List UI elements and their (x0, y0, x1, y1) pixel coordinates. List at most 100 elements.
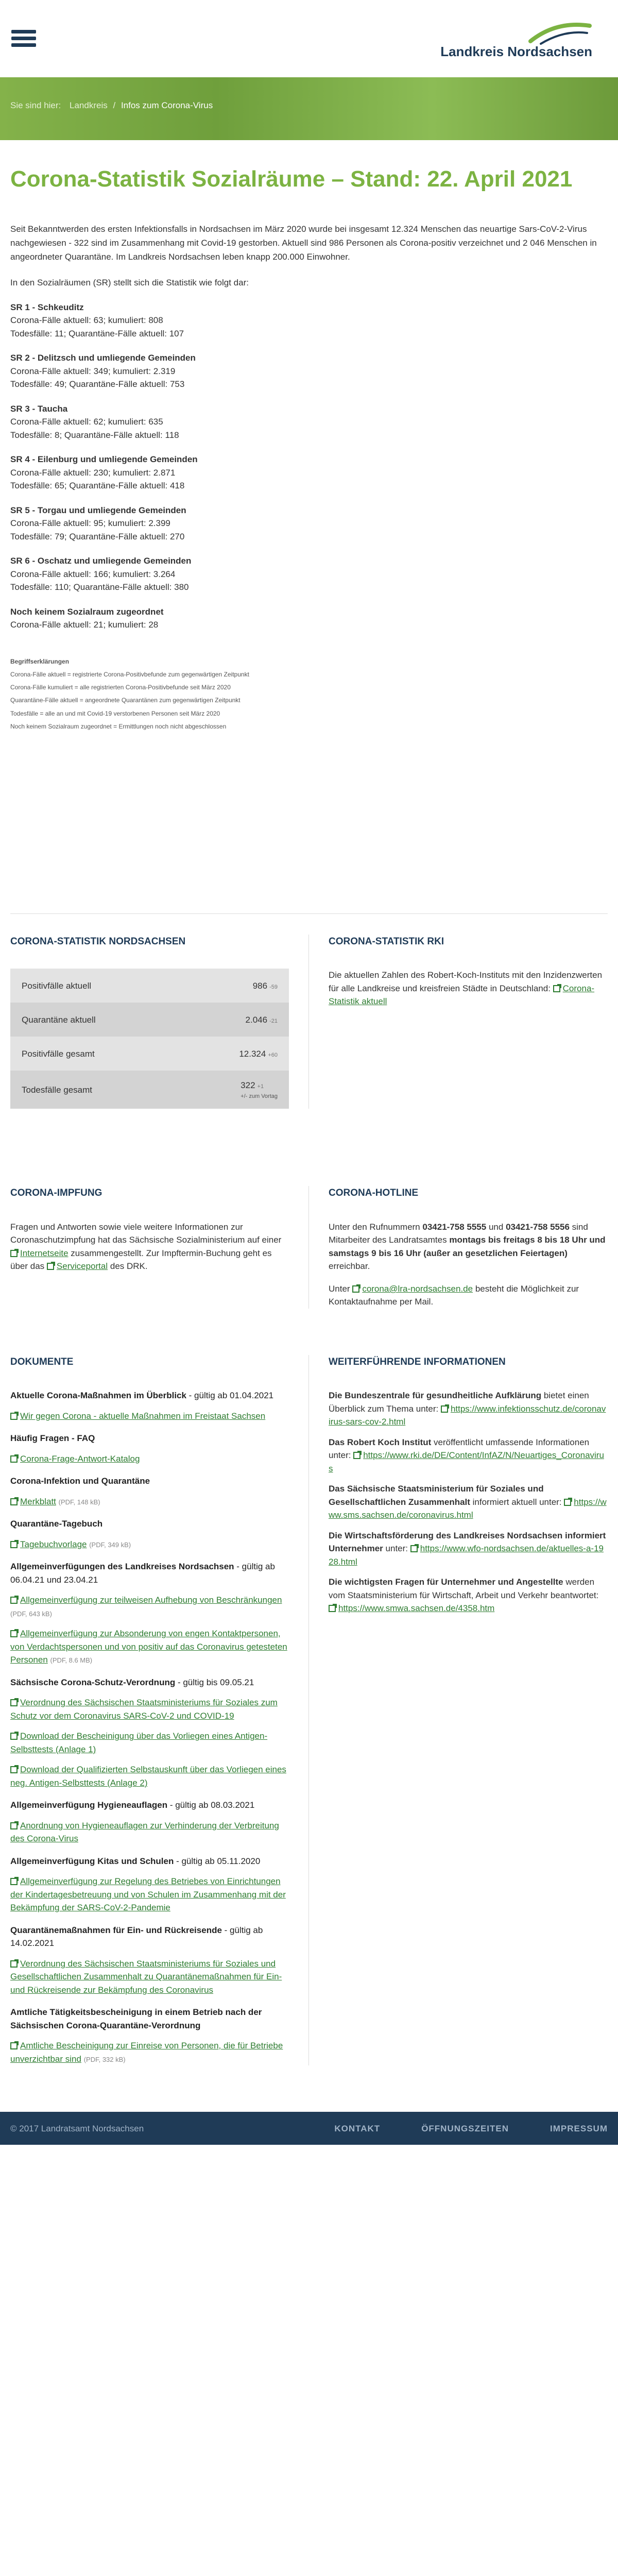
region-block: SR 6 - Oschatz und umliegende Gemeinden C… (10, 554, 608, 594)
document-link[interactable]: Merkblatt (20, 1497, 56, 1506)
document-icon (10, 1411, 19, 1420)
info-item: Das Robert Koch Institut veröffentlicht … (329, 1436, 608, 1476)
document-group-title: Häufig Fragen - FAQ (10, 1432, 289, 1445)
stat-value: 986 (252, 980, 268, 991)
stats-nordsachsen: Corona-Statistik Nordsachsen Positivfäll… (10, 934, 309, 1109)
hotline-email-link[interactable]: corona@lra-nordsachsen.de (362, 1284, 473, 1294)
document-group-title: Allgemeinverfügung Hygieneauflagen - gül… (10, 1799, 289, 1812)
info-item-text: unter: (383, 1544, 408, 1554)
stat-row: Positivfälle gesamt 12.324 +60 (10, 1037, 289, 1071)
region-cases: Corona-Fälle aktuell: 230; kumuliert: 2.… (10, 467, 176, 478)
glossary-item: Quarantäne-Fälle aktuell = angeordnete Q… (10, 697, 241, 704)
region-block: SR 3 - Taucha Corona-Fälle aktuell: 62; k… (10, 402, 608, 442)
document-group-title: Allgemeinverfügungen des Landkreises Nor… (10, 1560, 289, 1586)
external-link-icon (353, 1451, 362, 1460)
document-icon (10, 1539, 19, 1548)
document-link[interactable]: Amtliche Bescheinigung zur Einreise von … (10, 2041, 283, 2064)
document-icon (10, 1877, 19, 1886)
region-cases: Corona-Fälle aktuell: 349; kumuliert: 2.… (10, 366, 176, 376)
main-content: Corona-Statistik Sozialräume – Stand: 22… (0, 140, 618, 743)
external-link-icon (10, 1248, 19, 1257)
document-link[interactable]: Verordnung des Sächsischen Staatsministe… (10, 1959, 282, 1995)
document-link[interactable]: Allgemeinverfügung zur Regelung des Betr… (10, 1876, 286, 1912)
info-item-link[interactable]: https://www.rki.de/DE/Content/InfAZ/N/Ne… (329, 1450, 604, 1473)
impfung-column: Corona-Impfung Fragen und Antworten sowi… (10, 1186, 309, 1309)
document-icon (10, 1959, 19, 1968)
info-heading: Weiterführende Informationen (329, 1356, 506, 1367)
impfung-internet-link[interactable]: Internetseite (20, 1248, 68, 1258)
external-link-icon (410, 1544, 419, 1553)
region-block: SR 5 - Torgau und umliegende Gemeinden Co… (10, 504, 608, 544)
document-link-row: Corona-Frage-Antwort-Katalog (10, 1452, 289, 1466)
footer: © 2017 Landratsamt Nordsachsen KONTAKT Ö… (0, 2112, 618, 2145)
impfung-serviceportal-link[interactable]: Serviceportal (57, 1261, 108, 1271)
document-link-row: Wir gegen Corona - aktuelle Maßnahmen im… (10, 1410, 289, 1423)
region-name: SR 6 - Oschatz und umliegende Gemeinden (10, 556, 192, 566)
document-icon (10, 1629, 19, 1638)
document-group-name: Allgemeinverfügung Kitas und Schulen (10, 1856, 174, 1866)
external-link-icon (564, 1497, 573, 1506)
external-link-icon (553, 984, 561, 992)
region-deaths-quarantine: Todesfälle: 8; Quarantäne-Fälle aktuell:… (10, 430, 179, 440)
stat-value: 2.046 (245, 1014, 268, 1025)
document-link-row: Allgemeinverfügung zur teilweisen Aufheb… (10, 1594, 289, 1620)
info-item: Die Bundeszentrale für gesundheitliche A… (329, 1389, 608, 1429)
document-group-name: Häufig Fragen - FAQ (10, 1433, 95, 1444)
breadcrumb-prefix: Sie sind hier: (10, 100, 61, 110)
document-link[interactable]: Allgemeinverfügung zur teilweisen Aufheb… (20, 1595, 282, 1605)
region-cases: Corona-Fälle aktuell: 63; kumuliert: 808 (10, 315, 163, 326)
document-link[interactable]: Verordnung des Sächsischen Staatsministe… (10, 1698, 278, 1721)
menu-icon[interactable] (11, 30, 36, 49)
document-icon (10, 1596, 19, 1604)
document-link[interactable]: Download der Bescheinigung über das Vorl… (10, 1731, 267, 1754)
document-icon (10, 1454, 19, 1463)
stat-row: Todesfälle gesamt 322 +1 +/- zum Vortag (10, 1071, 289, 1109)
document-group-note: - gültig bis 09.05.21 (175, 1677, 254, 1687)
documents-heading: Dokumente (10, 1356, 74, 1367)
stat-delta: +60 (268, 1052, 278, 1058)
document-group-name: Sächsische Corona-Schutz-Verordnung (10, 1677, 176, 1687)
document-link-row: Allgemeinverfügung zur Absonderung von e… (10, 1627, 289, 1667)
info-list: Die Bundeszentrale für gesundheitliche A… (329, 1389, 608, 1615)
info-item-link[interactable]: https://www.smwa.sachsen.de/4358.htm (338, 1603, 494, 1613)
footer-link-kontakt[interactable]: KONTAKT (334, 2122, 380, 2136)
document-icon (10, 1821, 19, 1829)
region-cases: Corona-Fälle aktuell: 62; kumuliert: 635 (10, 417, 163, 427)
impfung-text: Fragen und Antworten sowie viele weitere… (10, 1222, 282, 1272)
breadcrumb-item-current: Infos zum Corona-Virus (121, 100, 213, 110)
region-deaths-quarantine: Todesfälle: 11; Quarantäne-Fälle aktuell… (10, 328, 184, 338)
document-link-row: Verordnung des Sächsischen Staatsministe… (10, 1696, 289, 1722)
stat-value-wrap: 2.046 -21 (246, 1013, 278, 1027)
documents-section: Dokumente Aktuelle Corona-Maßnahmen im Ü… (0, 1354, 618, 2066)
document-link-row: Allgemeinverfügung zur Regelung des Betr… (10, 1875, 289, 1914)
document-icon (10, 2041, 19, 2050)
footer-link-oeffnungszeiten[interactable]: ÖFFNUNGSZEITEN (421, 2122, 509, 2136)
document-meta: (PDF, 349 kB) (89, 1540, 131, 1549)
region-block: Noch keinem Sozialraum zugeordnet Corona-… (10, 605, 608, 632)
mail-icon (352, 1284, 361, 1293)
breadcrumb-item-landkreis[interactable]: Landkreis (70, 100, 108, 110)
stat-label: Positivfälle gesamt (22, 1048, 95, 1059)
document-icon (10, 1497, 19, 1505)
stat-value-wrap: 12.324 +60 (239, 1047, 278, 1061)
footer-links: KONTAKT ÖFFNUNGSZEITEN IMPRESSUM (334, 2122, 608, 2136)
document-link-row: Tagebuchvorlage (PDF, 349 kB) (10, 1538, 289, 1551)
footer-link-impressum[interactable]: IMPRESSUM (550, 2122, 608, 2136)
document-meta: (PDF, 332 kB) (83, 2055, 126, 2063)
document-group-name: Corona-Infektion und Quarantäne (10, 1476, 150, 1486)
document-link[interactable]: Corona-Frage-Antwort-Katalog (20, 1454, 140, 1464)
document-link[interactable]: Anordnung von Hygieneauflagen zur Verhin… (10, 1821, 279, 1844)
hotline-column: Corona-Hotline Unter den Rufnummern 0342… (309, 1186, 608, 1309)
region-cases: Corona-Fälle aktuell: 21; kumuliert: 28 (10, 620, 159, 630)
document-group-name: Quarantäne-Tagebuch (10, 1519, 103, 1529)
impfung-heading: Corona-Impfung (10, 1188, 102, 1199)
rki-heading: Corona-Statistik RKI (329, 936, 444, 947)
stat-value: 322 (241, 1080, 255, 1091)
footer-copyright: © 2017 Landratsamt Nordsachsen (10, 2123, 144, 2133)
document-link[interactable]: Tagebuchvorlage (20, 1539, 87, 1549)
document-link[interactable]: Download der Qualifizierten Selbstauskun… (10, 1765, 286, 1788)
document-link[interactable]: Wir gegen Corona - aktuelle Maßnahmen im… (20, 1411, 265, 1421)
external-link-icon (46, 1262, 55, 1270)
document-group-title: Quarantänemaßnahmen für Ein- und Rückrei… (10, 1924, 289, 1950)
logo[interactable]: Landkreis Nordsachsen (422, 21, 592, 62)
